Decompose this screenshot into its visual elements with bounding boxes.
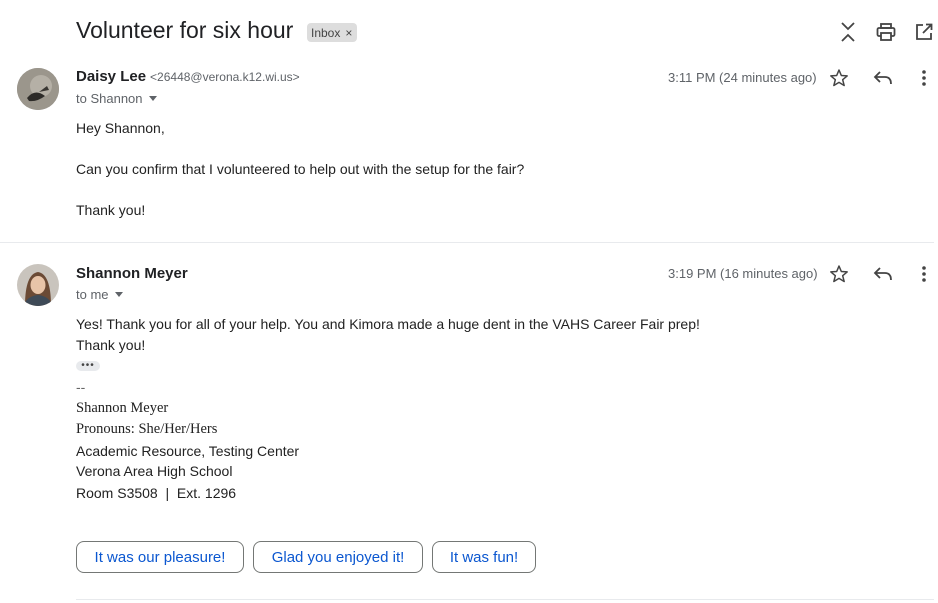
reply-icon[interactable]: [871, 262, 895, 286]
recipient-line: to me: [76, 287, 123, 302]
message-timestamp: 3:11 PM (24 minutes ago): [668, 70, 817, 85]
signature-school: Verona Area High School: [76, 463, 233, 479]
message-body-line: Can you confirm that I volunteered to he…: [76, 161, 525, 177]
more-options-icon[interactable]: [912, 66, 936, 90]
star-icon[interactable]: [827, 262, 851, 286]
smart-reply-button[interactable]: Glad you enjoyed it!: [253, 541, 423, 573]
signature-name: Shannon Meyer: [76, 400, 169, 416]
email-subject: Volunteer for six hour: [76, 17, 294, 43]
signature-pronouns: Pronouns: She/Her/Hers: [76, 421, 218, 437]
message-sender: Daisy Lee <26448@verona.k12.wi.us>: [76, 68, 300, 85]
smart-reply-button[interactable]: It was our pleasure!: [76, 541, 244, 573]
message-body-line: Thank you!: [76, 337, 146, 353]
star-icon[interactable]: [827, 66, 851, 90]
sender-name: Shannon Meyer: [76, 265, 188, 282]
message-timestamp: 3:19 PM (16 minutes ago): [668, 266, 818, 281]
avatar-daisy-lee[interactable]: [17, 68, 59, 110]
recipient-text: to me: [76, 287, 109, 302]
more-options-icon[interactable]: [912, 262, 936, 286]
reply-icon[interactable]: [871, 66, 895, 90]
recipient-text: to Shannon: [76, 91, 143, 106]
signature-room: Room S3508 | Ext. 1296: [76, 485, 237, 501]
message-body-line: Hey Shannon,: [76, 120, 165, 136]
signature-department: Academic Resource, Testing Center: [76, 443, 300, 459]
recipient-line: to Shannon: [76, 91, 157, 106]
message-sender: Shannon Meyer: [76, 265, 188, 282]
bottom-divider: [76, 599, 934, 600]
show-details-icon[interactable]: [114, 292, 123, 297]
inbox-label-chip[interactable]: Inbox ×: [307, 23, 358, 42]
collapse-all-icon[interactable]: [836, 20, 860, 44]
message-divider: [0, 242, 934, 243]
signature-separator: --: [76, 379, 86, 395]
message-body-line: Thank you!: [76, 202, 146, 218]
message-body-line: Yes! Thank you for all of your help. You…: [76, 316, 700, 332]
remove-label-icon[interactable]: ×: [345, 26, 352, 40]
show-details-icon[interactable]: [148, 96, 157, 101]
open-in-new-window-icon[interactable]: [912, 20, 936, 44]
sender-email: <26448@verona.k12.wi.us>: [150, 70, 300, 84]
show-trimmed-content-button[interactable]: •••: [76, 361, 100, 371]
avatar-shannon-meyer[interactable]: [17, 264, 59, 306]
sender-name: Daisy Lee: [76, 68, 147, 85]
print-icon[interactable]: [874, 20, 898, 44]
smart-reply-button[interactable]: It was fun!: [432, 541, 536, 573]
inbox-label-text: Inbox: [311, 25, 341, 40]
